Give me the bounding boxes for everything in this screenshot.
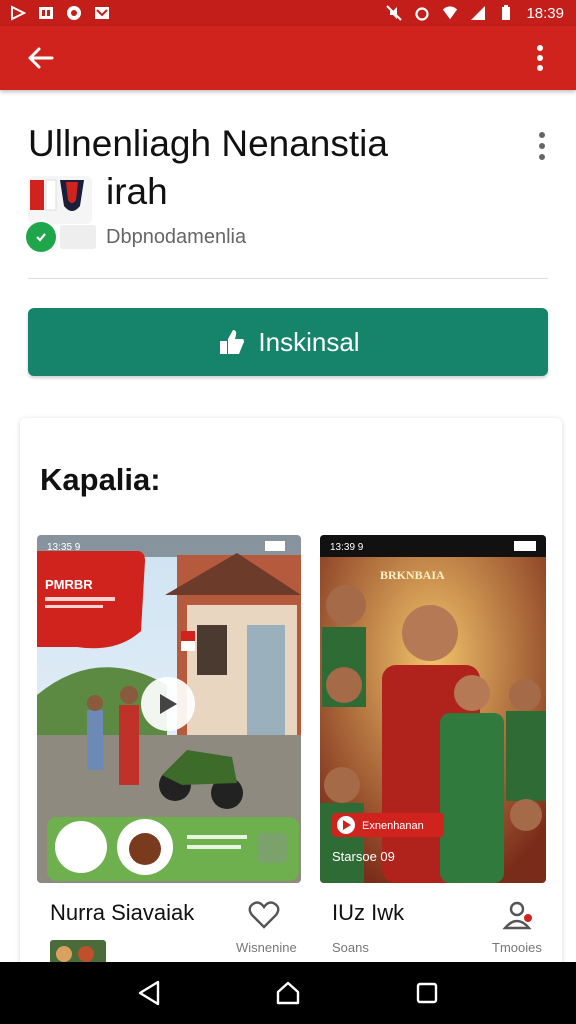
battery-icon <box>498 5 514 21</box>
screenshot-2-image: BRKNBAIA Exnenhanan Starsoe 09 13:39 9 <box>320 535 546 883</box>
shot1-status-time: 13:35 9 <box>47 542 81 553</box>
developer-thumb <box>60 225 96 249</box>
more-dot-icon <box>539 143 545 149</box>
screenshots-heading: Kapalia: <box>40 462 161 497</box>
wifi-icon <box>442 5 458 21</box>
shot1-banner-text: PMRBR <box>45 577 93 592</box>
status-time: 18:39 <box>526 4 564 22</box>
app-logo <box>28 176 92 224</box>
app-title-line1: Ullnenliagh Nenanstia <box>28 123 388 164</box>
status-right-icons: 18:39 <box>386 5 564 22</box>
app-bar <box>0 26 576 90</box>
more-vertical-icon <box>537 45 543 71</box>
install-icon <box>220 330 245 354</box>
screenshot-2-sub-right: Tmooies <box>492 940 542 955</box>
shot2-overlay-sub: Starsoe 09 <box>332 849 395 864</box>
nav-home-button[interactable] <box>268 973 308 1013</box>
recents-icon <box>416 982 437 1004</box>
more-dot-icon <box>539 132 545 138</box>
more-dot-icon <box>539 154 545 160</box>
developer-row[interactable]: Dbpnodamenlia <box>26 222 246 252</box>
status-bar: 18:39 <box>0 0 576 26</box>
screenshot-1-name: Nurra Siavaiak <box>50 900 195 925</box>
arrow-left-icon <box>28 47 54 69</box>
back-triangle-icon <box>139 980 160 1006</box>
install-button[interactable]: Inskinsal <box>28 308 548 376</box>
signal-icon <box>470 5 486 21</box>
navigation-bar <box>0 962 576 1024</box>
image-icon <box>38 5 54 21</box>
app-title-line2: irah <box>106 171 168 212</box>
nav-recents-button[interactable] <box>407 973 447 1013</box>
status-left-icons <box>10 5 110 21</box>
screenshot-2-name: IUz Iwk <box>332 900 405 925</box>
alarm-icon <box>414 5 430 21</box>
shot2-banner-text: BRKNBAIA <box>380 568 445 582</box>
shot2-overlay-label: Exnenhanan <box>362 820 424 832</box>
nav-back-button[interactable] <box>129 973 169 1013</box>
notification-icon <box>66 5 82 21</box>
mute-icon <box>386 5 403 21</box>
home-icon <box>276 981 300 1005</box>
heart-icon[interactable] <box>248 900 280 935</box>
developer-name: Dbpnodamenlia <box>106 225 247 248</box>
app-more-button[interactable] <box>530 128 554 164</box>
play-icon <box>160 694 177 714</box>
screenshots-card: Kapalia: PMRBR 13:35 9 BRKNBAIA Exnenhan… <box>20 418 562 978</box>
app-title: Ullnenliagh Nenanstia irah <box>28 120 508 216</box>
divider <box>28 278 548 279</box>
screenshot-2-sub-left: Soans <box>332 940 369 955</box>
mail-icon <box>94 5 110 21</box>
play-store-icon <box>10 5 26 21</box>
screenshot-2[interactable]: BRKNBAIA Exnenhanan Starsoe 09 13:39 9 <box>320 535 546 883</box>
screenshot-1[interactable]: PMRBR 13:35 9 <box>37 535 301 883</box>
shot2-status-time: 13:39 9 <box>330 542 364 553</box>
install-label: Inskinsal <box>258 326 360 357</box>
back-button[interactable] <box>22 40 58 76</box>
screenshot-1-sub-right: Wisnenine <box>236 940 297 955</box>
more-options-button[interactable] <box>522 40 558 76</box>
person-icon[interactable] <box>502 900 534 935</box>
verified-badge-icon <box>26 222 56 252</box>
play-video-button[interactable] <box>141 677 195 731</box>
